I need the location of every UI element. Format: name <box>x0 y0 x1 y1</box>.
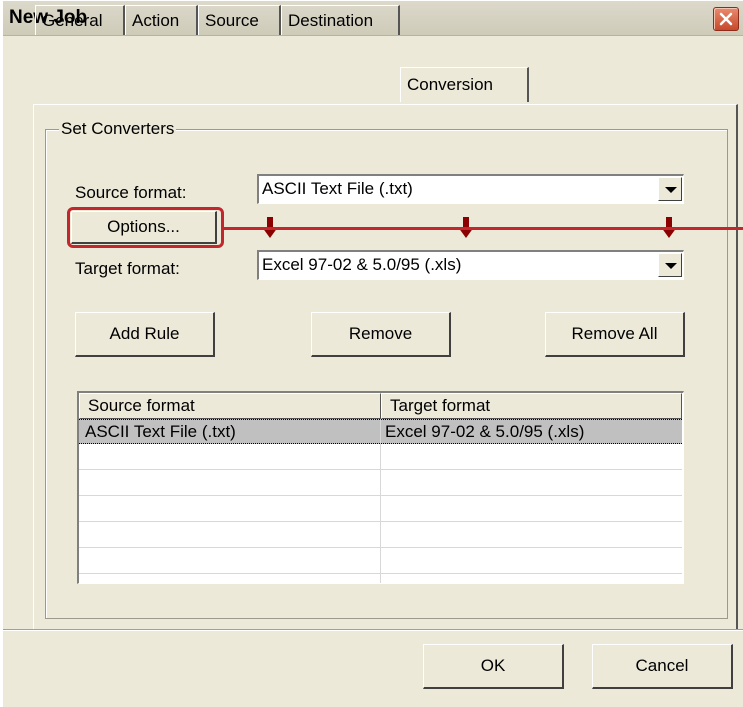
group-legend: Set Converters <box>59 119 177 139</box>
remove-all-button[interactable]: Remove All <box>545 312 685 357</box>
chevron-down-icon[interactable] <box>658 253 682 277</box>
column-header-source[interactable]: Source format <box>79 393 381 419</box>
new-job-dialog: New Job General Action Source Destinatio… <box>0 0 743 707</box>
source-format-value: ASCII Text File (.txt) <box>262 179 413 198</box>
tab-label: General <box>42 11 103 30</box>
source-format-select[interactable]: ASCII Text File (.txt) <box>257 174 684 204</box>
close-icon <box>719 12 733 26</box>
tab-label: Action <box>132 11 180 30</box>
tab-source[interactable]: Source <box>198 5 281 35</box>
tab-label: Conversion <box>407 75 493 94</box>
tab-action[interactable]: Action <box>125 5 198 35</box>
options-button[interactable]: Options... <box>71 211 217 244</box>
target-format-select[interactable]: Excel 97-02 & 5.0/95 (.xls) <box>257 250 684 280</box>
target-format-label: Target format: <box>75 259 180 278</box>
tab-label: Source <box>205 11 259 30</box>
close-button[interactable] <box>713 7 739 31</box>
column-divider <box>380 419 381 583</box>
callout-line <box>223 227 743 230</box>
cell-target: Excel 97-02 & 5.0/95 (.xls) <box>385 422 585 441</box>
remove-button[interactable]: Remove <box>311 312 451 357</box>
chevron-down-icon[interactable] <box>658 177 682 201</box>
add-rule-button[interactable]: Add Rule <box>75 312 215 357</box>
source-format-label: Source format: <box>75 183 187 202</box>
ok-button[interactable]: OK <box>423 644 564 689</box>
cell-source: ASCII Text File (.txt) <box>85 422 236 441</box>
cancel-button[interactable]: Cancel <box>592 644 733 689</box>
tab-destination[interactable]: Destination <box>281 5 400 35</box>
tab-label: Destination <box>288 11 374 30</box>
rules-table[interactable]: Source format Target format ASCII Text F… <box>77 391 684 584</box>
footer-separator <box>3 629 743 631</box>
tab-general[interactable]: General <box>35 5 125 35</box>
tab-conversion[interactable]: Conversion <box>400 67 529 102</box>
target-format-value: Excel 97-02 & 5.0/95 (.xls) <box>262 255 462 274</box>
column-header-target[interactable]: Target format <box>381 393 682 419</box>
